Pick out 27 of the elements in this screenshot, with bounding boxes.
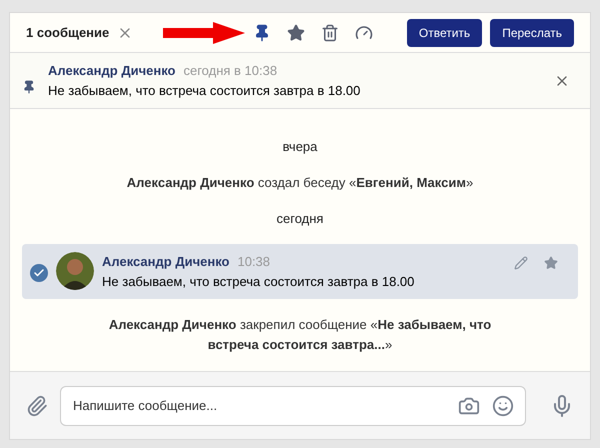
message-text: Не забываем, что встреча состоится завтра в 18.00 [102, 272, 416, 291]
service-message: Александр Диченко создал беседу «Евгений, Максим» [126, 174, 474, 192]
message-row[interactable]: Александр Диченко 10:38 Не забываем, что встреча состоится завтра в 18.00 [22, 244, 578, 299]
smile-icon[interactable] [492, 394, 514, 416]
action-button[interactable]: Ответить [406, 18, 482, 46]
author-name: Александр Диченко [48, 62, 176, 80]
star-icon[interactable] [544, 256, 558, 270]
trash-icon[interactable] [321, 24, 340, 42]
date-divider: сегодня [276, 210, 324, 228]
attach-icon[interactable] [26, 394, 48, 416]
message-time: 10:38 [237, 253, 270, 271]
selection-count: 1 сообщение [26, 24, 110, 42]
pinned-text: Не забываем, что встреча состоится завтра в 18.00 [48, 82, 362, 100]
author-name[interactable]: Александр Диченко [102, 252, 230, 272]
pinned-bar[interactable]: Александр Диченко сегодня в 10:38 Не забываем, что встреча состоится завтра в 18.00 [10, 53, 590, 109]
service-message: Александр Диченко закрепил сообщение «Не забываем, что встреча состоится завтра...» [108, 316, 492, 354]
message-input[interactable]: Напишите сообщение... [60, 386, 526, 426]
pinned-time: сегодня в 10:38 [183, 62, 278, 80]
edit-icon[interactable] [514, 256, 528, 270]
gauge-icon[interactable] [355, 24, 374, 42]
select-checkbox[interactable] [30, 264, 48, 282]
check-icon [33, 267, 45, 279]
action-button[interactable]: Переслать [490, 18, 574, 46]
avatar [56, 252, 94, 290]
date-divider: вчера [282, 138, 318, 156]
star-icon[interactable] [287, 24, 306, 42]
pin-icon [22, 80, 36, 94]
